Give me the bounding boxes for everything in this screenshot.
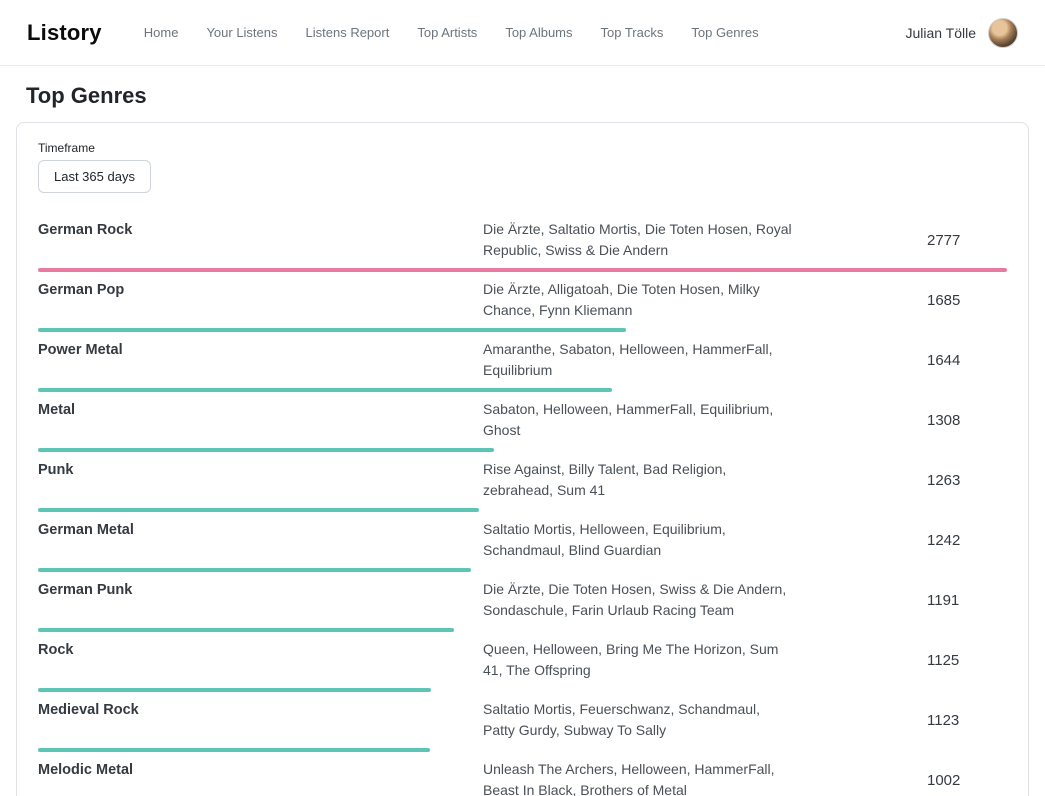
genre-artists: Amaranthe, Sabaton, Helloween, HammerFal… — [483, 339, 793, 381]
genre-row: Punk Rise Against, Billy Talent, Bad Rel… — [38, 459, 1007, 512]
page-title: Top Genres — [26, 83, 1045, 109]
genre-row: Metal Sabaton, Helloween, HammerFall, Eq… — [38, 399, 1007, 452]
genre-list: German Rock Die Ärzte, Saltatio Mortis, … — [38, 219, 1007, 796]
genre-bar — [38, 328, 626, 332]
nav-item-your-listens[interactable]: Your Listens — [206, 25, 277, 40]
user-area: Julian Tölle — [905, 18, 1018, 48]
top-navbar: Listory Home Your Listens Listens Report… — [0, 0, 1045, 66]
genre-artists: Sabaton, Helloween, HammerFall, Equilibr… — [483, 399, 793, 441]
genre-artists: Queen, Helloween, Bring Me The Horizon, … — [483, 639, 793, 681]
genre-count: 1685 — [927, 292, 1007, 309]
nav-item-listens-report[interactable]: Listens Report — [306, 25, 390, 40]
nav-item-top-genres[interactable]: Top Genres — [691, 25, 758, 40]
genre-bar — [38, 448, 494, 452]
genre-name: Melodic Metal — [38, 759, 483, 796]
nav-item-top-artists[interactable]: Top Artists — [417, 25, 477, 40]
genre-artists: Rise Against, Billy Talent, Bad Religion… — [483, 459, 793, 501]
user-avatar[interactable] — [988, 18, 1018, 48]
genre-count: 1125 — [927, 652, 1007, 669]
genre-bar — [38, 268, 1007, 272]
top-genres-card: Timeframe Last 365 days German Rock Die … — [16, 122, 1029, 796]
genre-name: German Metal — [38, 519, 483, 561]
genre-bar — [38, 688, 431, 692]
genre-artists: Die Ärzte, Saltatio Mortis, Die Toten Ho… — [483, 219, 793, 261]
nav-item-home[interactable]: Home — [144, 25, 179, 40]
genre-name: Metal — [38, 399, 483, 441]
genre-name: German Pop — [38, 279, 483, 321]
genre-name: Medieval Rock — [38, 699, 483, 741]
genre-name: Power Metal — [38, 339, 483, 381]
timeframe-label: Timeframe — [38, 141, 1007, 155]
genre-row: German Metal Saltatio Mortis, Helloween,… — [38, 519, 1007, 572]
genre-artists: Die Ärzte, Die Toten Hosen, Swiss & Die … — [483, 579, 793, 621]
genre-artists: Unleash The Archers, Helloween, HammerFa… — [483, 759, 793, 796]
genre-bar — [38, 568, 471, 572]
genre-name: German Punk — [38, 579, 483, 621]
nav-item-top-tracks[interactable]: Top Tracks — [601, 25, 664, 40]
genre-row: German Rock Die Ärzte, Saltatio Mortis, … — [38, 219, 1007, 272]
genre-artists: Die Ärzte, Alligatoah, Die Toten Hosen, … — [483, 279, 793, 321]
genre-count: 1644 — [927, 352, 1007, 369]
genre-bar — [38, 508, 479, 512]
genre-count: 1242 — [927, 532, 1007, 549]
genre-bar — [38, 388, 612, 392]
genre-name: German Rock — [38, 219, 483, 261]
main-nav: Home Your Listens Listens Report Top Art… — [144, 25, 759, 40]
genre-bar — [38, 748, 430, 752]
genre-row: German Punk Die Ärzte, Die Toten Hosen, … — [38, 579, 1007, 632]
genre-count: 1123 — [927, 712, 1007, 729]
genre-row: Melodic Metal Unleash The Archers, Hello… — [38, 759, 1007, 796]
genre-row: Rock Queen, Helloween, Bring Me The Hori… — [38, 639, 1007, 692]
genre-count: 1191 — [927, 592, 1007, 609]
genre-count: 2777 — [927, 232, 1007, 249]
genre-count: 1263 — [927, 472, 1007, 489]
nav-item-top-albums[interactable]: Top Albums — [505, 25, 572, 40]
genre-row: German Pop Die Ärzte, Alligatoah, Die To… — [38, 279, 1007, 332]
genre-row: Medieval Rock Saltatio Mortis, Feuerschw… — [38, 699, 1007, 752]
genre-bar — [38, 628, 454, 632]
app-window: Listory Home Your Listens Listens Report… — [0, 0, 1045, 796]
genre-count: 1308 — [927, 412, 1007, 429]
genre-name: Punk — [38, 459, 483, 501]
genre-row: Power Metal Amaranthe, Sabaton, Hellowee… — [38, 339, 1007, 392]
user-name[interactable]: Julian Tölle — [905, 25, 976, 41]
genre-artists: Saltatio Mortis, Helloween, Equilibrium,… — [483, 519, 793, 561]
brand-logo[interactable]: Listory — [27, 20, 102, 46]
genre-name: Rock — [38, 639, 483, 681]
genre-count: 1002 — [927, 772, 1007, 789]
timeframe-select[interactable]: Last 365 days — [38, 160, 151, 193]
genre-artists: Saltatio Mortis, Feuerschwanz, Schandmau… — [483, 699, 793, 741]
